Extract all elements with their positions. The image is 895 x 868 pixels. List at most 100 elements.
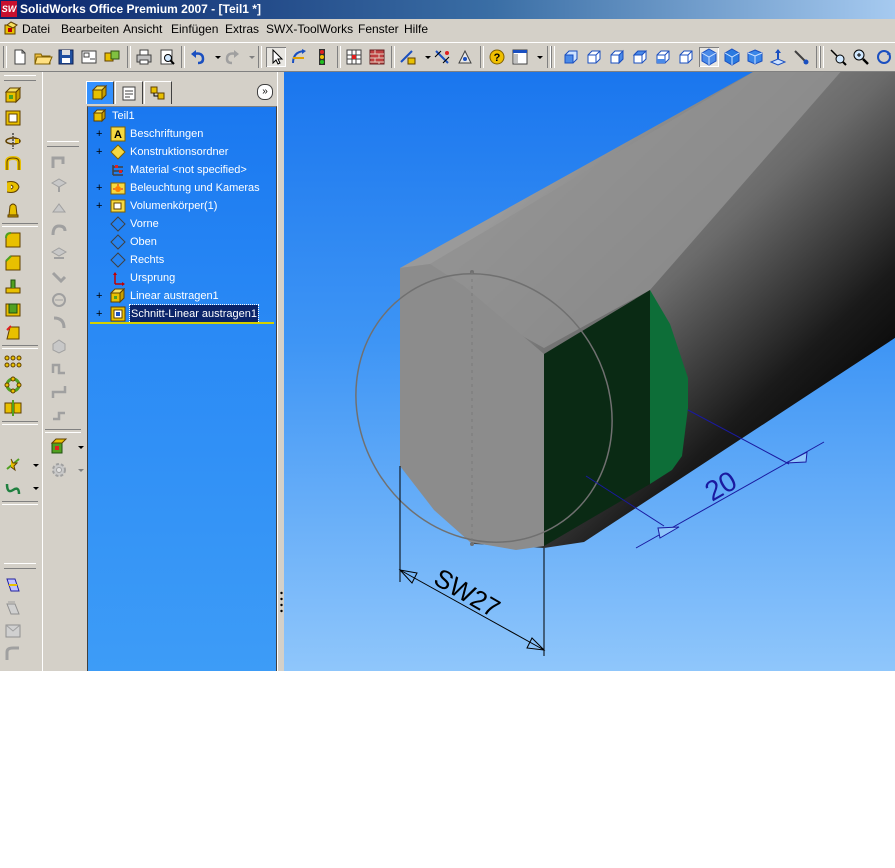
tab-configuration-manager[interactable] — [144, 81, 172, 104]
tree-root-item[interactable]: Teil1 — [88, 107, 276, 125]
view-dropdown-chevron-down-icon[interactable] — [530, 47, 543, 67]
help-icon[interactable]: ? — [487, 47, 507, 67]
break-corner-icon[interactable] — [49, 290, 69, 310]
planar-surface-icon[interactable] — [3, 621, 23, 641]
expand-plus-icon[interactable]: + — [96, 125, 106, 143]
reference-dropdown-chevron-down-icon[interactable] — [26, 455, 39, 475]
tab-property-manager[interactable] — [115, 81, 143, 104]
undo-icon[interactable] — [188, 47, 208, 67]
undo-dropdown-chevron-down-icon[interactable] — [208, 47, 221, 67]
rollback-bar[interactable] — [90, 322, 274, 324]
expand-plus-icon[interactable]: + — [96, 305, 106, 323]
make-assembly-icon[interactable] — [102, 47, 122, 67]
view-top-cube-icon[interactable] — [653, 47, 673, 67]
zoom-to-area-icon[interactable] — [828, 47, 848, 67]
surface-icon[interactable] — [3, 575, 23, 595]
view-dimetric-cube-icon[interactable] — [745, 47, 765, 67]
fillet-icon[interactable] — [3, 230, 23, 250]
unfold-icon[interactable] — [49, 359, 69, 379]
menu-extras[interactable]: Extras — [225, 19, 259, 39]
view-right-cube-icon[interactable] — [630, 47, 650, 67]
save-icon[interactable] — [56, 47, 76, 67]
rebuild-icon[interactable] — [289, 47, 309, 67]
menu-fenster[interactable]: Fenster — [358, 19, 399, 39]
menu-hilfe[interactable]: Hilfe — [404, 19, 428, 39]
draft-icon[interactable] — [3, 322, 23, 342]
extruded-cut-icon[interactable] — [3, 108, 23, 128]
extruded-boss-icon[interactable] — [3, 85, 23, 105]
offset-surface-icon[interactable] — [3, 598, 23, 618]
component-dropdown-chevron-down-icon[interactable] — [71, 437, 84, 457]
menu-bearbeiten[interactable]: Bearbeiten — [61, 19, 119, 39]
base-flange-icon[interactable] — [49, 152, 69, 172]
mirror-icon[interactable] — [3, 398, 23, 418]
sweep-icon[interactable] — [3, 154, 23, 174]
view-trimetric-cube-icon[interactable] — [722, 47, 742, 67]
closed-corner-icon[interactable] — [49, 313, 69, 333]
menu-einfuegen[interactable]: Einfügen — [171, 19, 218, 39]
relations-dropdown-chevron-down-icon[interactable] — [418, 47, 431, 67]
graphics-area[interactable]: SW27 20 — [284, 72, 895, 671]
shell-icon[interactable] — [3, 299, 23, 319]
tree-item[interactable]: + Konstruktionsordner — [88, 143, 276, 161]
reference-geometry-icon[interactable] — [3, 455, 23, 475]
view-window-icon[interactable] — [510, 47, 530, 67]
tree-item[interactable]: + A Beschriftungen — [88, 125, 276, 143]
document-part-icon[interactable] — [3, 21, 19, 37]
edge-flange-icon[interactable] — [49, 175, 69, 195]
flatten-icon[interactable] — [49, 336, 69, 356]
options-icon[interactable] — [455, 47, 475, 67]
no-bends-icon[interactable] — [49, 405, 69, 425]
traffic-light-icon[interactable] — [312, 47, 332, 67]
hem-icon[interactable] — [49, 221, 69, 241]
loft-icon[interactable] — [3, 177, 23, 197]
tree-item[interactable]: Rechts — [88, 251, 276, 269]
linear-pattern-icon[interactable] — [3, 352, 23, 372]
fill-surface-icon[interactable] — [3, 644, 23, 664]
miter-flange-icon[interactable] — [49, 198, 69, 218]
expand-plus-icon[interactable]: + — [96, 287, 106, 305]
tree-item[interactable]: + Schnitt-Linear austragen1 — [88, 304, 276, 324]
new-file-icon[interactable] — [10, 47, 30, 67]
bell-shape-icon[interactable] — [3, 200, 23, 220]
menu-swx-toolworks[interactable]: SWX-ToolWorks — [266, 19, 353, 39]
tree-item[interactable]: + Beleuchtung und Kameras — [88, 179, 276, 197]
view-isometric-cube-icon[interactable] — [699, 47, 719, 67]
view-front-cube-icon[interactable] — [561, 47, 581, 67]
print-icon[interactable] — [134, 47, 154, 67]
insert-component-icon[interactable] — [49, 437, 69, 457]
tab-feature-manager[interactable] — [86, 81, 114, 104]
circular-pattern-icon[interactable] — [3, 375, 23, 395]
rib-icon[interactable] — [3, 276, 23, 296]
gear-dropdown-chevron-down-icon[interactable] — [71, 460, 84, 480]
tree-item[interactable]: + Volumenkörper(1) — [88, 197, 276, 215]
expand-panel-button[interactable]: » — [257, 84, 273, 100]
tree-item[interactable]: Vorne — [88, 215, 276, 233]
dimension-20-text[interactable]: 20 — [700, 465, 742, 507]
menu-ansicht[interactable]: Ansicht — [123, 19, 162, 39]
brick-wall-icon[interactable] — [367, 47, 387, 67]
redo-icon[interactable] — [222, 47, 242, 67]
chamfer-icon[interactable] — [3, 253, 23, 273]
normal-to-icon[interactable] — [768, 47, 788, 67]
make-drawing-icon[interactable] — [79, 47, 99, 67]
tree-item[interactable]: Material <not specified> — [88, 161, 276, 179]
expand-plus-icon[interactable]: + — [96, 143, 106, 161]
tree-item[interactable]: Ursprung — [88, 269, 276, 287]
view-left-cube-icon[interactable] — [607, 47, 627, 67]
menu-datei[interactable]: Datei — [22, 19, 50, 39]
sketched-bend-icon[interactable] — [49, 244, 69, 264]
tree-item[interactable]: + Linear austragen1 — [88, 287, 276, 305]
gear-icon[interactable] — [49, 460, 69, 480]
fold-icon[interactable] — [49, 382, 69, 402]
open-file-icon[interactable] — [33, 47, 53, 67]
tree-item[interactable]: Oben — [88, 233, 276, 251]
sketch-relations-icon[interactable] — [398, 47, 418, 67]
rotate-view-icon[interactable] — [874, 47, 894, 67]
grid-icon[interactable] — [344, 47, 364, 67]
curves-dropdown-chevron-down-icon[interactable] — [26, 478, 39, 498]
expand-plus-icon[interactable]: + — [96, 179, 106, 197]
revolve-icon[interactable] — [3, 131, 23, 151]
redo-dropdown-chevron-down-icon[interactable] — [242, 47, 255, 67]
view-bottom-cube-icon[interactable] — [676, 47, 696, 67]
